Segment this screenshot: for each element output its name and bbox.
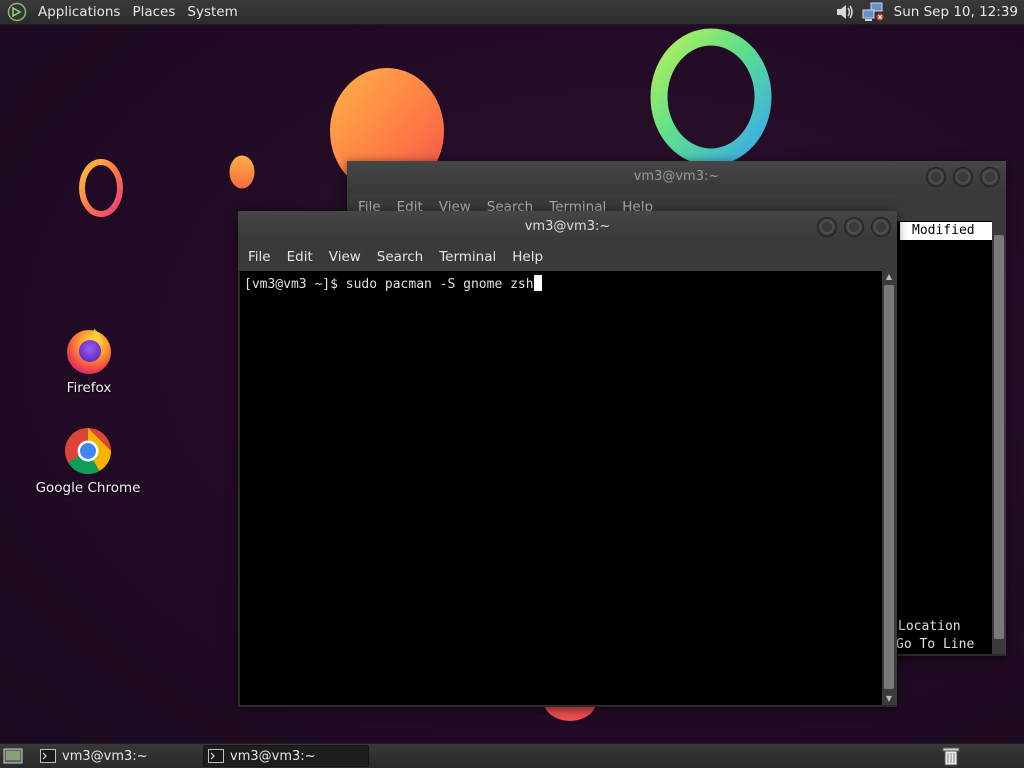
back-window-controls: [926, 167, 1000, 187]
top-panel: Applications Places System Sun Sep 10, 1…: [0, 0, 1024, 25]
system-tray: Sun Sep 10, 12:39: [834, 2, 1024, 22]
show-desktop-icon[interactable]: [3, 747, 23, 765]
desktop-icon-chrome[interactable]: Google Chrome: [33, 426, 143, 496]
places-menu[interactable]: Places: [126, 4, 181, 20]
back-window-title: vm3@vm3:~: [633, 169, 720, 184]
goto-line: Go To Line: [896, 637, 975, 652]
close-button[interactable]: [980, 167, 1000, 187]
scroll-down-arrow[interactable]: ▼: [882, 693, 896, 705]
terminal-icon: [208, 749, 224, 763]
bottom-panel: vm3@vm3:~ vm3@vm3:~: [0, 743, 1024, 768]
wallpaper-small-ring: [79, 159, 123, 217]
menu-terminal[interactable]: Terminal: [431, 249, 504, 265]
back-window-titlebar[interactable]: vm3@vm3:~: [347, 161, 1006, 193]
front-terminal-window[interactable]: vm3@vm3:~ File Edit View Search Terminal…: [238, 211, 897, 707]
menu-view[interactable]: View: [321, 249, 369, 265]
front-window-controls: [817, 217, 891, 237]
taskbar-item[interactable]: vm3@vm3:~: [35, 745, 201, 767]
menu-help[interactable]: Help: [504, 249, 551, 265]
front-terminal-area[interactable]: [vm3@vm3 ~]$ sudo pacman -S gnome zsh: [240, 271, 882, 705]
desktop-icon-label: Firefox: [66, 380, 112, 396]
front-scroll-thumb[interactable]: [884, 285, 894, 689]
menu-file[interactable]: File: [240, 249, 279, 265]
back-scroll-thumb[interactable]: [994, 235, 1004, 639]
scroll-up-arrow[interactable]: ▲: [882, 271, 896, 283]
front-window-titlebar[interactable]: vm3@vm3:~: [238, 211, 897, 243]
firefox-icon: [67, 329, 111, 374]
desktop-icon-label: Google Chrome: [35, 480, 141, 496]
taskbar-item-label: vm3@vm3:~: [62, 748, 148, 764]
network-icon[interactable]: [862, 2, 884, 22]
menu-edit[interactable]: Edit: [279, 249, 321, 265]
clock[interactable]: Sun Sep 10, 12:39: [894, 4, 1018, 20]
taskbar-item-active[interactable]: vm3@vm3:~: [203, 745, 369, 767]
minimize-button[interactable]: [926, 167, 946, 187]
front-window-menubar: File Edit View Search Terminal Help: [238, 243, 897, 271]
shell-prompt: [vm3@vm3 ~]$: [244, 277, 346, 292]
maximize-button[interactable]: [844, 217, 864, 237]
back-window-scrollbar[interactable]: [992, 221, 1006, 654]
applications-menu[interactable]: Applications: [32, 4, 126, 20]
mate-logo-icon[interactable]: [7, 2, 27, 22]
location-line: Location: [898, 619, 961, 634]
chrome-icon: [65, 428, 111, 474]
system-menu[interactable]: System: [181, 4, 243, 20]
desktop-icon-firefox[interactable]: Firefox: [34, 326, 144, 396]
wallpaper-small-dot: [229, 155, 255, 189]
taskbar-item-label: vm3@vm3:~: [230, 748, 316, 764]
maximize-button[interactable]: [953, 167, 973, 187]
prompt-line: [vm3@vm3 ~]$ sudo pacman -S gnome zsh: [244, 275, 542, 292]
close-button[interactable]: [871, 217, 891, 237]
modified-header-cell: Modified: [900, 222, 992, 240]
front-window-title: vm3@vm3:~: [524, 219, 611, 234]
trash-icon[interactable]: [942, 746, 960, 766]
volume-icon[interactable]: [834, 2, 856, 22]
wallpaper-big-ring: [650, 28, 772, 166]
front-window-scrollbar[interactable]: ▲ ▼: [882, 271, 897, 705]
typed-command: sudo pacman -S gnome zsh: [345, 277, 534, 292]
menu-search[interactable]: Search: [369, 249, 431, 265]
terminal-icon: [40, 749, 56, 763]
text-cursor: [533, 275, 542, 291]
minimize-button[interactable]: [817, 217, 837, 237]
